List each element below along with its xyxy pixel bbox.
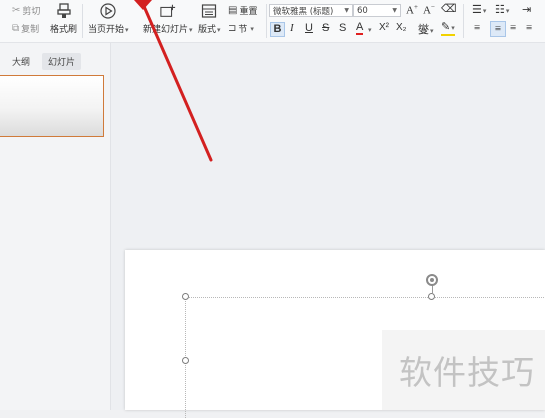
annotation-arrow — [134, 0, 213, 162]
